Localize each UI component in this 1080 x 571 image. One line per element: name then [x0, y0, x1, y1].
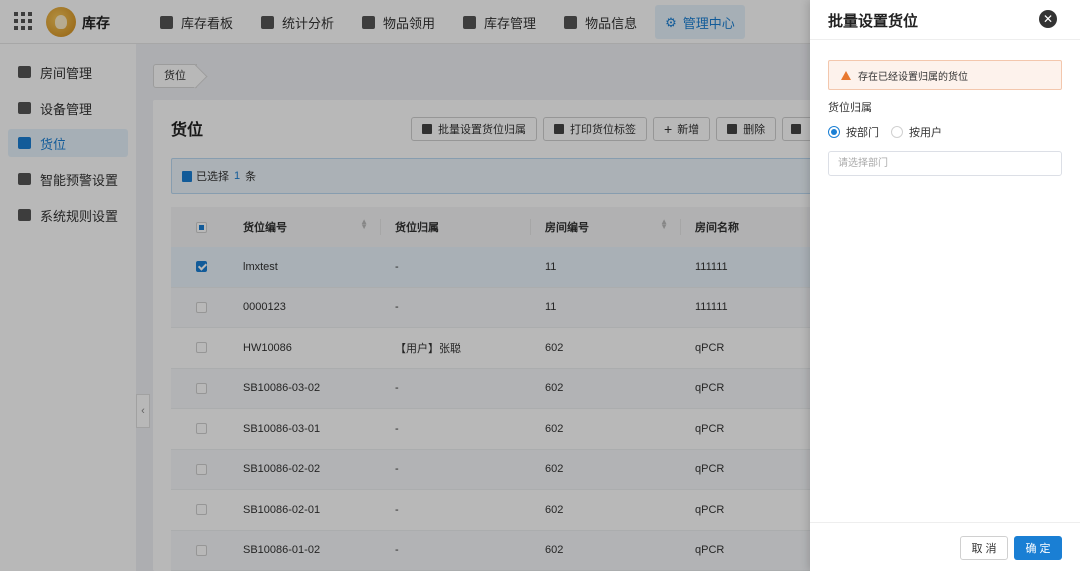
- owner-field-label: 货位归属: [828, 102, 872, 114]
- warning-alert: 存在已经设置归属的货位: [828, 60, 1062, 90]
- drawer-header: 批量设置货位 ✕: [810, 0, 1080, 40]
- confirm-button[interactable]: 确 定: [1014, 536, 1062, 560]
- owner-type-radio-group: 按部门 按用户: [828, 124, 954, 140]
- cancel-button[interactable]: 取 消: [960, 536, 1008, 560]
- radio-by-user[interactable]: 按用户: [891, 124, 942, 140]
- drawer-footer: 取 消 确 定: [810, 522, 1080, 571]
- modal-overlay[interactable]: [0, 0, 810, 571]
- close-icon[interactable]: ✕: [1039, 10, 1057, 28]
- drawer-title: 批量设置货位: [828, 13, 919, 30]
- radio-by-department[interactable]: 按部门: [828, 124, 879, 140]
- warning-icon: [841, 70, 851, 80]
- batch-set-drawer: 批量设置货位 ✕ 存在已经设置归属的货位 货位归属 按部门 按用户 取 消 确 …: [810, 0, 1080, 571]
- department-select[interactable]: [828, 151, 1062, 176]
